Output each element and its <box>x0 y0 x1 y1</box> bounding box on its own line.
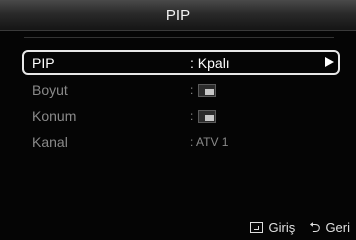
return-icon: ⮌ <box>309 219 321 235</box>
menu-item-boyut[interactable]: Boyut : <box>32 80 332 100</box>
value-colon: : <box>190 109 194 123</box>
enter-label: Giriş <box>268 219 296 235</box>
menu-item-kanal[interactable]: Kanal : ATV 1 <box>32 132 332 152</box>
menu-item-label: Kanal <box>32 134 68 150</box>
value-colon: : <box>190 83 194 97</box>
pip-size-icon <box>198 83 217 97</box>
menu-item-label: Boyut <box>32 82 68 98</box>
title-bar: PIP <box>0 0 356 31</box>
pip-menu: PIP PIP : Kpalı Boyut : Konum : Kanal : … <box>0 0 356 240</box>
menu-item-konum[interactable]: Konum : <box>32 106 332 126</box>
menu-item-value: : <box>190 80 217 100</box>
menu-item-value: : Kpalı <box>190 55 230 71</box>
pip-position-icon <box>198 109 217 123</box>
menu-item-value: : <box>190 106 217 126</box>
menu-item-label: Konum <box>32 108 77 124</box>
enter-icon <box>249 221 263 233</box>
footer-bar: Giriş ⮌ Geri <box>0 214 356 240</box>
menu-item-pip[interactable]: PIP : Kpalı <box>32 53 332 73</box>
menu-item-label: PIP <box>32 55 55 71</box>
divider <box>24 37 334 38</box>
back-label: Geri <box>325 219 350 235</box>
enter-hint[interactable]: Giriş <box>249 219 296 235</box>
page-title: PIP <box>165 6 191 24</box>
menu-item-value: : ATV 1 <box>190 135 229 149</box>
back-hint[interactable]: ⮌ Geri <box>309 220 350 235</box>
